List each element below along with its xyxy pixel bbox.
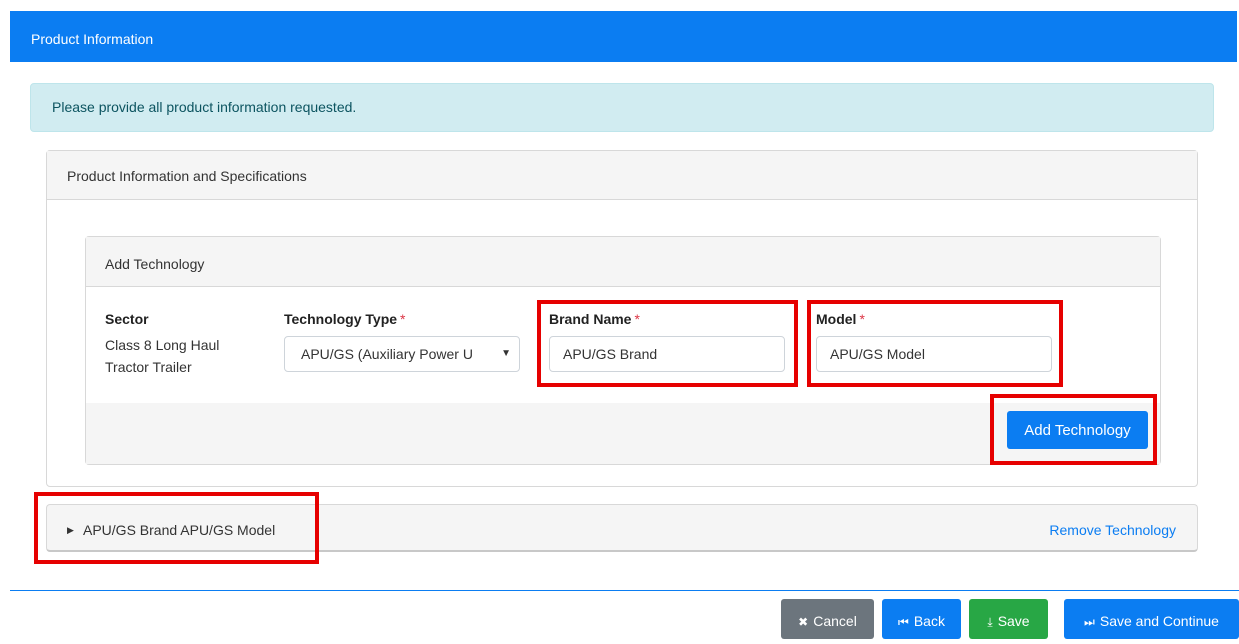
brand-name-input[interactable]: APU/GS Brand [549,336,785,372]
remove-technology-link[interactable]: Remove Technology [1049,505,1176,555]
technology-item-label[interactable]: APU/GS Brand APU/GS Model [83,505,275,555]
add-tech-title: Add Technology [105,256,205,272]
add-technology-card: Add Technology Sector Class 8 Long Haul … [85,236,1161,465]
save-button[interactable]: ⤓ Save [969,599,1048,639]
add-tech-footer [86,403,1160,464]
page-header: Product Information [10,11,1237,62]
caret-right-icon[interactable]: ▶ [67,505,74,555]
footer-divider [10,590,1239,591]
required-marker: * [400,311,406,327]
cancel-button[interactable]: ✖ Cancel [781,599,874,639]
specs-card-header: Product Information and Specifications [47,151,1197,200]
download-icon: ⤓ [987,615,993,629]
close-icon: ✖ [798,615,809,629]
skip-forward-icon: ⏭ [1084,615,1095,629]
add-technology-button[interactable]: Add Technology [1007,411,1148,449]
technology-type-label: Technology Type * [284,311,406,327]
technology-type-selected: APU/GS (Auxiliary Power U [301,346,473,362]
sector-label: Sector [105,311,149,327]
technology-type-select[interactable]: APU/GS (Auxiliary Power U ▼ [284,336,520,372]
sector-value: Class 8 Long Haul Tractor Trailer [105,337,220,375]
save-and-continue-button[interactable]: ⏭ Save and Continue [1064,599,1239,639]
specs-card-title: Product Information and Specifications [67,168,307,184]
technology-list-item[interactable]: ▶ APU/GS Brand APU/GS Model Remove Techn… [46,504,1198,552]
model-input[interactable]: APU/GS Model [816,336,1052,372]
dropdown-arrow-icon: ▼ [501,348,511,359]
skip-back-icon: ⏮ [898,615,909,629]
required-marker: * [634,311,640,327]
brand-name-label: Brand Name * [549,311,640,327]
add-tech-header: Add Technology [86,237,1160,287]
info-alert: Please provide all product information r… [30,83,1214,132]
alert-text: Please provide all product information r… [52,99,357,115]
required-marker: * [859,311,865,327]
page-title: Product Information [31,31,154,47]
model-label: Model * [816,311,865,327]
back-button[interactable]: ⏮ Back [882,599,961,639]
